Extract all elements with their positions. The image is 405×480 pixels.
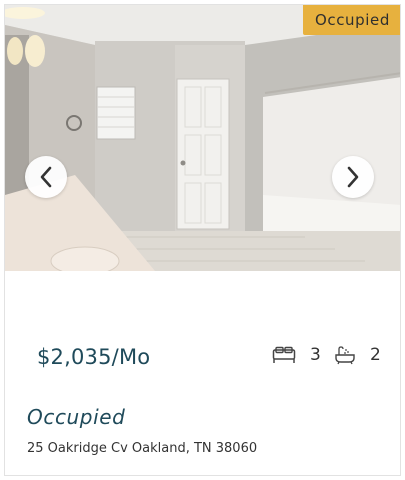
listing-price: $2,035/Mo [37, 345, 151, 369]
bathtub-icon [335, 346, 355, 365]
chevron-right-icon [347, 166, 359, 188]
chevron-left-icon [40, 166, 52, 188]
listing-status: Occupied [27, 405, 126, 429]
bathrooms-count: 2 [370, 345, 381, 365]
previous-photo-button[interactable] [25, 156, 67, 198]
bedrooms-feature: 3 [272, 345, 321, 365]
bed-icon [272, 346, 296, 363]
bathrooms-feature: 2 [334, 345, 381, 365]
listing-photo[interactable]: Occupied [5, 5, 400, 271]
status-badge: Occupied [302, 5, 400, 35]
bathroom-photo-image [5, 5, 400, 271]
next-photo-button[interactable] [332, 156, 374, 198]
listing-card[interactable]: Occupied $2,035/Mo 3 2 Occupied 25 Oakri… [4, 4, 401, 476]
bedrooms-count: 3 [310, 345, 321, 365]
listing-address[interactable]: 25 Oakridge Cv Oakland, TN 38060 [27, 441, 257, 456]
listing-summary: $2,035/Mo 3 2 [5, 271, 400, 391]
